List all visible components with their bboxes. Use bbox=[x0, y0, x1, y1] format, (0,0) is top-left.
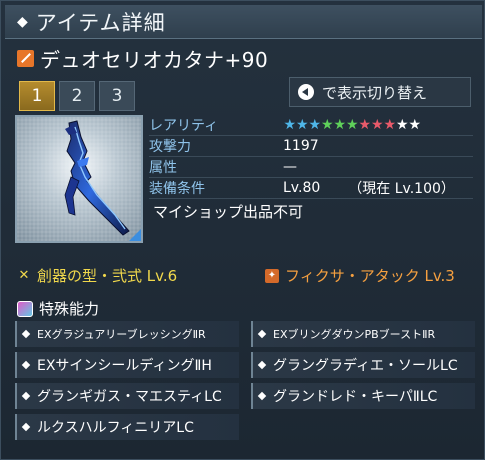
panel-title: アイテム詳細 bbox=[35, 10, 166, 35]
rarity-star-icon: ★ bbox=[308, 117, 321, 133]
item-detail-panel: ◆ アイテム詳細 デュオセリオカタナ+90 1 2 3 で表示切り替え レアリテ… bbox=[0, 0, 485, 460]
special-ability-item[interactable]: EXサインシールディングⅡH bbox=[15, 352, 239, 378]
katana-image bbox=[64, 120, 130, 236]
requirement-row: 装備条件 Lv.80 （現在 Lv.100） bbox=[149, 178, 473, 199]
special-ability-item[interactable]: グランギガス・マエスティLC bbox=[15, 383, 239, 409]
diamond-icon: ◆ bbox=[17, 13, 28, 30]
attribute-row: 属性 — bbox=[149, 157, 473, 178]
rarity-star-icon: ★ bbox=[345, 117, 359, 133]
page-tabs: 1 2 3 bbox=[19, 81, 135, 111]
ability-row: ルクスハルフィニリアLC bbox=[15, 414, 475, 440]
item-name: デュオセリオカタナ+90 bbox=[40, 47, 269, 72]
rarity-star-icon: ★ bbox=[320, 117, 334, 133]
diamond-bullet-icon bbox=[21, 422, 31, 432]
attack-row: 攻撃力 1197 bbox=[149, 136, 473, 157]
special-ability-label: EXブリングダウンPBブーストⅡR bbox=[273, 328, 436, 341]
shop-note: マイショップ出品不可 bbox=[153, 202, 304, 221]
requirement-current: （現在 Lv.100） bbox=[348, 181, 455, 197]
diamond-bullet-icon bbox=[257, 329, 267, 339]
katana-weapon-icon bbox=[17, 49, 34, 67]
special-abilities-list: EXグラジュアリーブレッシングⅡR EXブリングダウンPBブーストⅡR EXサインシ… bbox=[15, 321, 475, 445]
rarity-stars: ★ ★ ★ ★ ★ ★ ★ ★ ★ ★ ★ bbox=[283, 117, 421, 133]
special-ability-label: グランギガス・マエスティLC bbox=[37, 389, 222, 405]
display-toggle-button[interactable]: で表示切り替え bbox=[289, 77, 471, 107]
rarity-star-icon: ★ bbox=[333, 117, 346, 133]
special-ability-item[interactable]: EXブリングダウンPBブーストⅡR bbox=[251, 321, 475, 347]
tab-1-label: 1 bbox=[31, 86, 43, 106]
tab-3-label: 3 bbox=[111, 86, 123, 106]
diamond-bullet-icon bbox=[21, 329, 31, 339]
ability-row: EXグラジュアリーブレッシングⅡR EXブリングダウンPBブーストⅡR bbox=[15, 321, 475, 347]
rarity-star-icon: ★ bbox=[358, 117, 371, 133]
potential-right-text: フィクサ・アタック Lv.3 bbox=[285, 267, 455, 285]
rarity-row: レアリティ ★ ★ ★ ★ ★ ★ ★ ★ ★ ★ ★ bbox=[149, 115, 473, 136]
special-ability-icon bbox=[17, 300, 33, 317]
special-ability-label: EXサインシールディングⅡH bbox=[37, 358, 212, 374]
special-ability-item[interactable]: グランドレド・キーパⅡLC bbox=[251, 383, 475, 409]
potential-left: ✕ 創器の型・弐式 Lv.6 bbox=[17, 265, 265, 286]
requirement-value: Lv.80 bbox=[283, 180, 321, 196]
special-ability-label: グラングラディエ・ソールLC bbox=[273, 358, 458, 374]
special-ability-item[interactable]: ルクスハルフィニリアLC bbox=[15, 414, 239, 440]
fixa-attack-icon: ✦ bbox=[265, 268, 279, 283]
rarity-star-icon: ★ bbox=[295, 117, 309, 133]
attribute-label: 属性 bbox=[149, 160, 177, 176]
potential-left-text: 創器の型・弐式 Lv.6 bbox=[37, 267, 178, 285]
rarity-star-icon: ★ bbox=[370, 117, 384, 133]
attack-value: 1197 bbox=[283, 138, 319, 154]
display-toggle-label: で表示切り替え bbox=[322, 83, 428, 102]
diamond-bullet-icon bbox=[21, 391, 31, 401]
diamond-bullet-icon bbox=[21, 360, 31, 370]
potential-right: ✦ フィクサ・アタック Lv.3 bbox=[265, 265, 455, 286]
tab-1[interactable]: 1 bbox=[19, 81, 55, 111]
special-ability-label: EXグラジュアリーブレッシングⅡR bbox=[37, 328, 206, 341]
item-name-row: デュオセリオカタナ+90 bbox=[17, 45, 269, 72]
item-thumbnail bbox=[15, 115, 143, 243]
rarity-star-icon: ★ bbox=[395, 117, 409, 133]
special-ability-label: ルクスハルフィニリアLC bbox=[37, 420, 194, 436]
stats-table: レアリティ ★ ★ ★ ★ ★ ★ ★ ★ ★ ★ ★ 攻撃力 1197 属性 — 装備条件 Lv.… bbox=[149, 115, 473, 223]
rarity-star-icon: ★ bbox=[408, 117, 421, 133]
tab-2-label: 2 bbox=[71, 86, 83, 106]
tab-3[interactable]: 3 bbox=[99, 81, 135, 111]
special-ability-label: グランドレド・キーパⅡLC bbox=[273, 389, 438, 405]
diamond-bullet-icon bbox=[257, 391, 267, 401]
ability-row: EXサインシールディングⅡH グラングラディエ・ソールLC bbox=[15, 352, 475, 378]
special-ability-title: 特殊能力 bbox=[39, 300, 100, 318]
special-ability-item[interactable]: グラングラディエ・ソールLC bbox=[251, 352, 475, 378]
tab-2[interactable]: 2 bbox=[59, 81, 95, 111]
thumbnail-corner-mark bbox=[129, 229, 141, 241]
rarity-label: レアリティ bbox=[149, 118, 219, 134]
attribute-value: — bbox=[283, 159, 297, 175]
crossed-swords-icon: ✕ bbox=[18, 268, 30, 283]
attack-label: 攻撃力 bbox=[149, 139, 191, 155]
special-ability-item[interactable]: EXグラジュアリーブレッシングⅡR bbox=[15, 321, 239, 347]
rarity-star-icon: ★ bbox=[383, 117, 396, 133]
diamond-bullet-icon bbox=[257, 360, 267, 370]
special-ability-heading: 特殊能力 bbox=[17, 298, 99, 319]
left-arrow-circle-icon bbox=[298, 84, 314, 100]
rarity-star-icon: ★ bbox=[283, 117, 296, 133]
ability-row: グランギガス・マエスティLC グランドレド・キーパⅡLC bbox=[15, 383, 475, 409]
panel-header: ◆ アイテム詳細 bbox=[5, 5, 482, 39]
potentials-row: ✕ 創器の型・弐式 Lv.6 ✦ フィクサ・アタック Lv.3 bbox=[17, 265, 477, 286]
requirement-label: 装備条件 bbox=[149, 181, 205, 197]
